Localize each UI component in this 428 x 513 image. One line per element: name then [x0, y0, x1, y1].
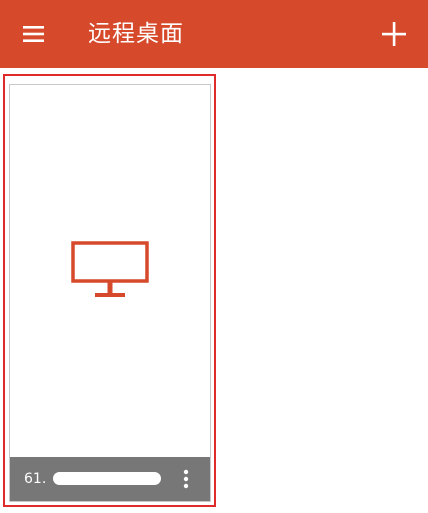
more-options-button[interactable]: [172, 463, 200, 495]
remote-desktop-tile[interactable]: 61.: [9, 84, 211, 502]
host-address-redaction: [53, 472, 161, 485]
menu-button[interactable]: [12, 14, 56, 54]
tile-footer: 61.: [10, 457, 210, 501]
app-bar: 远程桌面: [0, 0, 428, 68]
host-address-label: 61.: [24, 471, 47, 487]
monitor-icon: [71, 241, 149, 297]
app-title: 远程桌面: [88, 21, 184, 47]
add-connection-button[interactable]: [372, 12, 416, 56]
hamburger-menu-icon: [23, 26, 44, 42]
more-vertical-icon: [183, 469, 189, 489]
plus-icon: [382, 22, 406, 46]
